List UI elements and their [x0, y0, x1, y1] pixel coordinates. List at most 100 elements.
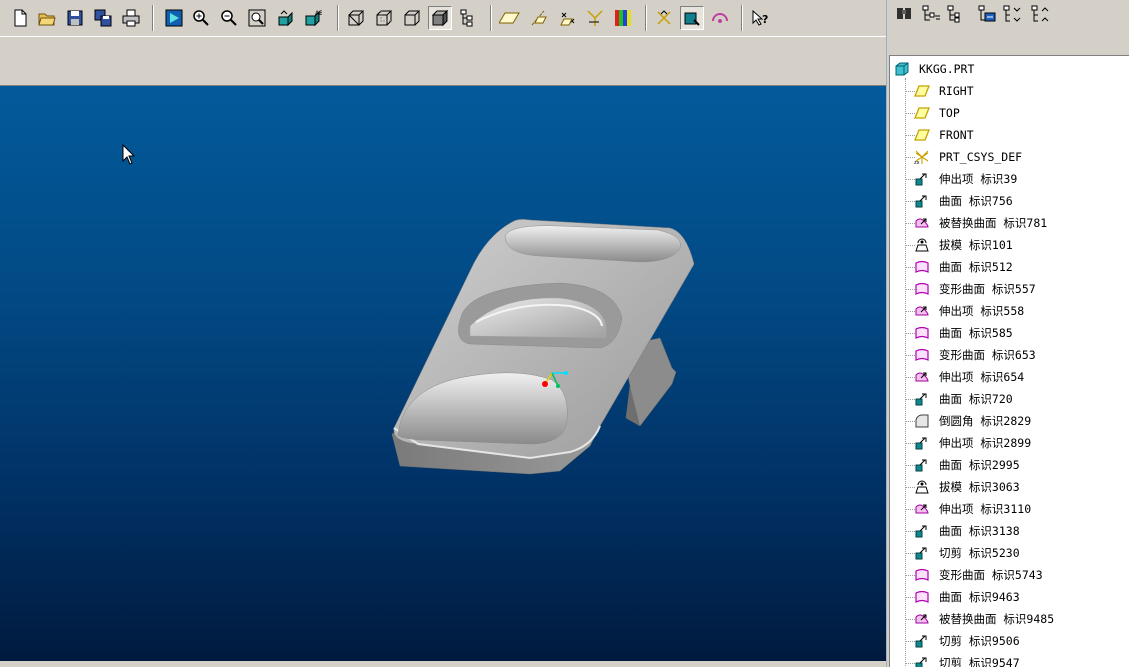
tree-item[interactable]: 拔模 标识101 — [913, 235, 1013, 255]
zoom-out-icon[interactable] — [217, 6, 241, 30]
collapse-icon[interactable] — [1028, 2, 1052, 26]
expand-icon[interactable] — [1000, 2, 1024, 26]
csys-icon[interactable] — [583, 6, 607, 30]
tree-item[interactable]: 变形曲面 标识557 — [913, 279, 1036, 299]
color-appearance-icon[interactable] — [611, 6, 635, 30]
save-copy-icon[interactable] — [91, 6, 115, 30]
wireframe-icon[interactable] — [344, 6, 368, 30]
tree-item-label: 倒圆角 标识2829 — [939, 414, 1032, 428]
tree-item[interactable]: 伸出项 标识2899 — [913, 433, 1031, 453]
select-filter-icon[interactable] — [652, 6, 676, 30]
tree-item-label: 变形曲面 标识5743 — [939, 568, 1043, 582]
model-tree: KKGG.PRT RIGHT TOP FRONT zx PRT_CSYS_DEF 伸出项 … — [889, 56, 1129, 667]
show-layers-icon[interactable] — [975, 2, 999, 26]
tree-item[interactable]: 曲面 标识585 — [913, 323, 1013, 343]
toolbar-separator — [741, 5, 743, 31]
shading-icon[interactable] — [428, 6, 452, 30]
draft-icon — [913, 478, 931, 496]
replaced-surface-icon — [913, 610, 931, 628]
spin-center-icon[interactable] — [680, 6, 704, 30]
protrusion-icon — [913, 544, 931, 562]
model-tree-toggle-icon[interactable] — [456, 6, 480, 30]
tree-item-label: 切剪 标识5230 — [939, 546, 1020, 560]
tree-item-label: 伸出项 标识558 — [939, 304, 1025, 318]
open-folder-icon[interactable] — [35, 6, 59, 30]
tree-item-label: 曲面 标识3138 — [939, 524, 1020, 538]
tree-item[interactable]: 切剪 标识9547 — [913, 653, 1020, 667]
tree-item[interactable]: RIGHT — [913, 81, 974, 101]
datum-planes-icon[interactable] — [498, 6, 522, 30]
mouse-cursor — [122, 143, 136, 165]
saved-views-icon[interactable]: AB — [301, 6, 325, 30]
protrusion-icon — [913, 632, 931, 650]
tree-item[interactable]: 拔模 标识3063 — [913, 477, 1020, 497]
surface-icon — [913, 588, 931, 606]
graphics-window[interactable] — [0, 86, 886, 661]
status-strip — [0, 661, 886, 667]
tree-item[interactable]: 倒圆角 标识2829 — [913, 411, 1031, 431]
replaced-surface-icon — [913, 302, 931, 320]
save-icon[interactable] — [63, 6, 87, 30]
tree-item[interactable]: 伸出项 标识654 — [913, 367, 1024, 387]
datum-plane-icon — [913, 82, 931, 100]
tree-item[interactable]: 曲面 标识3138 — [913, 521, 1020, 541]
tree-columns-icon[interactable] — [944, 2, 968, 26]
hidden-line-icon[interactable] — [372, 6, 396, 30]
protrusion-icon — [913, 390, 931, 408]
tree-item[interactable]: 被替换曲面 标识781 — [913, 213, 1047, 233]
tree-item-label: FRONT — [939, 128, 974, 142]
tree-item[interactable]: 被替换曲面 标识9485 — [913, 609, 1054, 629]
find-icon[interactable] — [892, 2, 916, 26]
zoom-in-icon[interactable] — [189, 6, 213, 30]
tree-item-label: 曲面 标识585 — [939, 326, 1013, 340]
tree-item-label: 曲面 标识9463 — [939, 590, 1020, 604]
tree-item[interactable]: 伸出项 标识3110 — [913, 499, 1031, 519]
tree-item[interactable]: 伸出项 标识558 — [913, 301, 1024, 321]
tree-item[interactable]: 伸出项 标识39 — [913, 169, 1017, 189]
svg-text:?: ? — [762, 13, 768, 26]
orient-icon[interactable] — [273, 6, 297, 30]
tree-item[interactable]: 变形曲面 标识653 — [913, 345, 1036, 365]
tree-item[interactable]: 切剪 标识9506 — [913, 631, 1020, 651]
tree-item-label: 曲面 标识756 — [939, 194, 1013, 208]
tree-item[interactable]: 曲面 标识756 — [913, 191, 1013, 211]
tree-guide-line — [905, 78, 906, 667]
tree-item-label: PRT_CSYS_DEF — [939, 150, 1023, 164]
tree-item[interactable]: 曲面 标识720 — [913, 389, 1013, 409]
protrusion-icon — [913, 654, 931, 667]
round-icon — [913, 412, 931, 430]
tree-item[interactable]: TOP — [913, 103, 960, 123]
tree-item[interactable]: 变形曲面 标识5743 — [913, 565, 1043, 585]
tree-item[interactable]: 曲面 标识2995 — [913, 455, 1020, 475]
datum-plane-icon — [913, 104, 931, 122]
datum-points-icon[interactable] — [555, 6, 579, 30]
no-hidden-icon[interactable] — [400, 6, 424, 30]
refit-icon[interactable] — [245, 6, 269, 30]
print-icon[interactable] — [119, 6, 143, 30]
datum-plane-icon — [913, 126, 931, 144]
repaint-icon[interactable] — [162, 6, 186, 30]
datum-axes-icon[interactable] — [527, 6, 551, 30]
toolbar-separator — [645, 5, 647, 31]
surface-icon — [913, 566, 931, 584]
tree-item-label: 曲面 标识2995 — [939, 458, 1020, 472]
tree-item-label: 拔模 标识101 — [939, 238, 1013, 252]
new-file-icon[interactable] — [8, 6, 32, 30]
tree-item-label: 拔模 标识3063 — [939, 480, 1020, 494]
tree-item[interactable]: 切剪 标识5230 — [913, 543, 1020, 563]
model-canvas — [122, 143, 695, 475]
secondary-toolbar-area — [0, 36, 886, 86]
tree-item[interactable]: 曲面 标识512 — [913, 257, 1013, 277]
tree-item[interactable]: zx PRT_CSYS_DEF — [913, 147, 1022, 167]
dynamic-view-icon[interactable] — [708, 6, 732, 30]
surface-icon — [913, 346, 931, 364]
tree-item-label: 伸出项 标识39 — [939, 172, 1018, 186]
tree-root-item[interactable]: KKGG.PRT — [893, 59, 974, 79]
tree-settings-icon[interactable] — [919, 2, 943, 26]
coordinate-system-icon: zx — [913, 148, 931, 166]
tree-item[interactable]: 曲面 标识9463 — [913, 587, 1020, 607]
svg-text:AB: AB — [315, 10, 322, 17]
context-help-icon[interactable]: ? — [749, 6, 773, 30]
tree-root-label: KKGG.PRT — [919, 62, 975, 76]
tree-item[interactable]: FRONT — [913, 125, 974, 145]
